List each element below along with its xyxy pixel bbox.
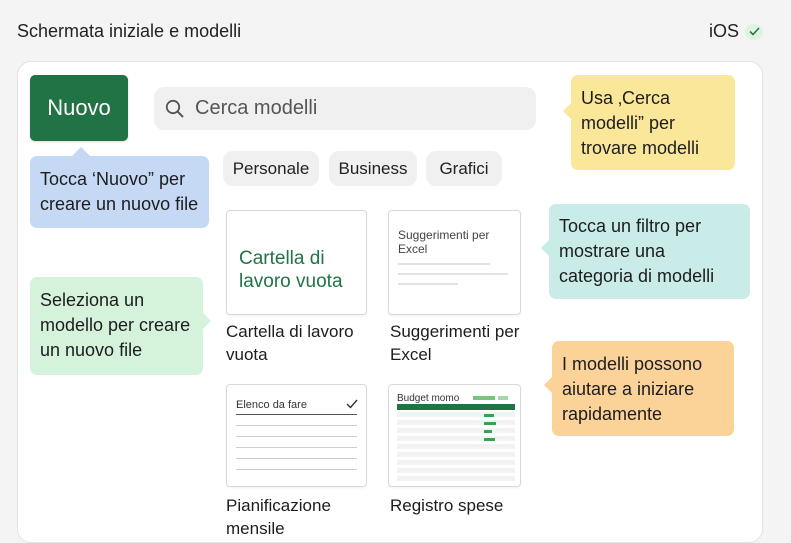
template-label-monthly-planner[interactable]: Pianificazione mensile xyxy=(226,494,376,540)
app-header: Schermata iniziale e modelli iOS xyxy=(0,0,791,60)
thumb-tips-text: Suggerimenti per Excel xyxy=(398,228,490,256)
template-thumb-blank-workbook[interactable]: Cartella di lavoro vuota xyxy=(226,210,367,315)
template-label-blank-workbook[interactable]: Cartella di lavoro vuota xyxy=(226,320,376,366)
page-title: Schermata iniziale e modelli xyxy=(17,21,242,41)
search-bar[interactable] xyxy=(154,87,536,130)
search-icon xyxy=(165,99,184,118)
filter-business[interactable]: Business xyxy=(329,151,417,186)
template-thumb-excel-tips[interactable]: Suggerimenti per Excel xyxy=(388,210,521,315)
thumb-budget-text: Budget momo xyxy=(397,393,460,404)
callout-search-text: Usa ‚Cerca modelli” per trovare modelli xyxy=(581,88,700,158)
filter-personale[interactable]: Personale xyxy=(223,151,319,186)
platform-indicator: iOS xyxy=(709,21,763,42)
callout-help: I modelli possono aiutare a iniziare rap… xyxy=(544,341,734,436)
thumb-todo-text: Elenco da fare xyxy=(236,399,307,411)
callout-new-text: Tocca ‘Nuovo” per creare un nuovo file xyxy=(40,169,199,214)
thumb-blank-text: Cartella di lavoro vuota xyxy=(239,248,343,292)
callout-filter: Tocca un filtro per mostrare una categor… xyxy=(541,204,750,299)
callout-template: Seleziona un modello per creare un nuovo… xyxy=(30,277,211,375)
filter-grafici[interactable]: Grafici xyxy=(426,151,502,186)
template-thumb-expense-log[interactable]: Budget momo xyxy=(388,384,521,487)
callout-new: Tocca ‘Nuovo” per creare un nuovo file xyxy=(30,147,209,228)
template-thumb-monthly-planner[interactable]: Elenco da fare xyxy=(226,384,367,487)
template-label-excel-tips[interactable]: Suggerimenti per Excel xyxy=(390,320,520,366)
search-input[interactable] xyxy=(193,96,517,121)
callout-search: Usa ‚Cerca modelli” per trovare modelli xyxy=(563,75,735,170)
new-button[interactable]: Nuovo xyxy=(30,75,128,141)
callout-template-text: Seleziona un modello per creare un nuovo… xyxy=(40,290,191,360)
callout-help-text: I modelli possono aiutare a iniziare rap… xyxy=(562,354,703,424)
check-icon xyxy=(745,23,763,40)
template-label-expense-log[interactable]: Registro spese xyxy=(390,494,520,517)
check-icon xyxy=(346,399,358,409)
callout-filter-text: Tocca un filtro per mostrare una categor… xyxy=(559,216,715,286)
platform-label: iOS xyxy=(708,21,739,41)
